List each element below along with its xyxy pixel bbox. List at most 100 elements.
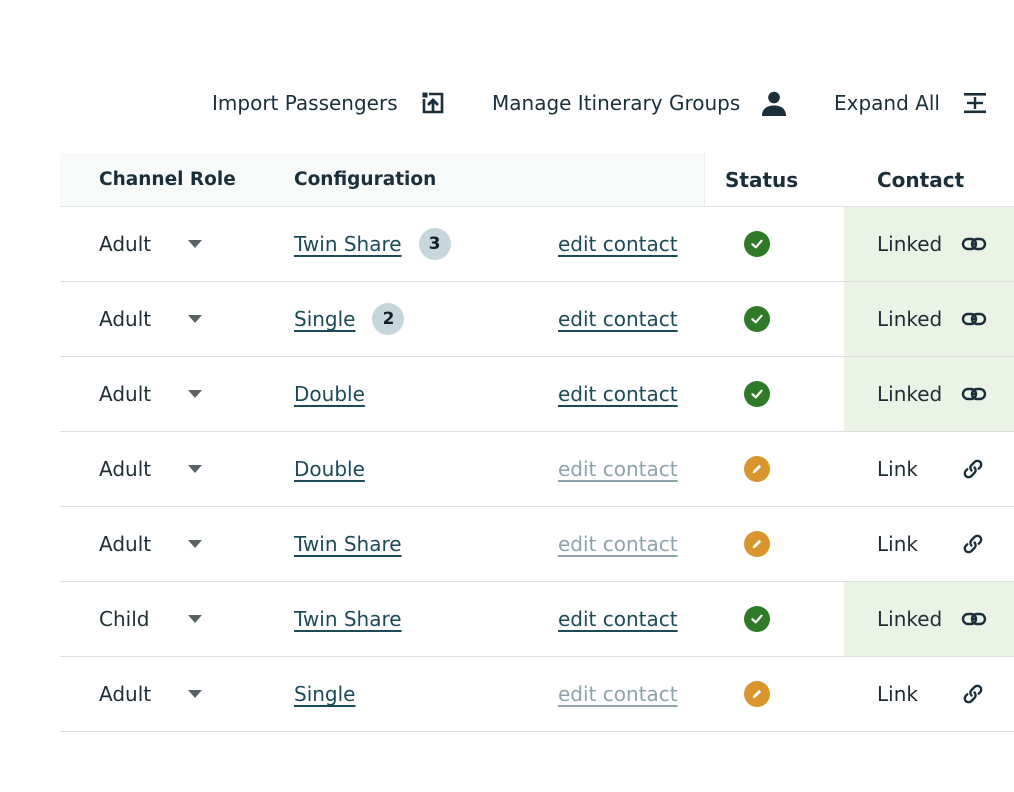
expand-all-icon [962, 90, 988, 116]
table-row: Adult Twin Share 3 edit contact Linked [60, 207, 1014, 282]
contact-linked-cell[interactable]: Linked [844, 357, 1014, 431]
channel-role-value: Adult [99, 682, 152, 706]
passengers-table: Channel Role Configuration Status Contac… [60, 153, 1014, 732]
channel-role-value: Adult [99, 532, 152, 556]
status-cell [743, 657, 771, 731]
configuration-cell: Single [294, 657, 355, 731]
contact-linked-cell[interactable]: Linked [844, 207, 1014, 281]
edit-contact-cell: edit contact [558, 657, 678, 731]
import-upload-icon [420, 90, 446, 116]
contact-link-button[interactable]: Link [844, 507, 1014, 581]
person-icon [760, 89, 788, 117]
linked-chain-icon [961, 385, 987, 403]
count-badge: 3 [418, 228, 451, 260]
caret-down-icon [188, 315, 202, 323]
edit-contact-cell: edit contact [558, 357, 678, 431]
configuration-link[interactable]: Double [294, 382, 365, 406]
configuration-link[interactable]: Twin Share [294, 607, 402, 631]
link-chain-icon [961, 682, 985, 706]
channel-role-value: Adult [99, 457, 152, 481]
expand-all-button[interactable]: Expand All [834, 84, 988, 122]
link-chain-icon [961, 532, 985, 556]
caret-down-icon [188, 465, 202, 473]
channel-role-dropdown[interactable] [187, 582, 203, 656]
configuration-cell: Twin Share 3 [294, 207, 451, 281]
configuration-cell: Twin Share [294, 507, 402, 581]
table-row: Adult Double edit contact Link [60, 432, 1014, 507]
contact-linked-cell[interactable]: Linked [844, 282, 1014, 356]
manage-itinerary-groups-label: Manage Itinerary Groups [492, 91, 741, 115]
caret-down-icon [188, 390, 202, 398]
contact-status-label: Linked [877, 232, 943, 256]
contact-link-button[interactable]: Link [844, 432, 1014, 506]
configuration-cell: Double [294, 357, 365, 431]
pencil-circle-icon [744, 531, 770, 557]
configuration-link[interactable]: Single [294, 307, 355, 331]
pencil-circle-icon [744, 681, 770, 707]
edit-contact-cell: edit contact [558, 582, 678, 656]
check-circle-icon [744, 306, 770, 332]
configuration-cell: Double [294, 432, 365, 506]
caret-down-icon [188, 690, 202, 698]
configuration-link[interactable]: Twin Share [294, 532, 402, 556]
table-body: Adult Twin Share 3 edit contact Linked A… [60, 207, 1014, 732]
caret-down-icon [188, 240, 202, 248]
pencil-circle-icon [744, 456, 770, 482]
check-circle-icon [744, 606, 770, 632]
edit-contact-cell: edit contact [558, 207, 678, 281]
contact-link-button[interactable]: Link [844, 657, 1014, 731]
table-row: Adult Single edit contact Link [60, 657, 1014, 732]
link-chain-icon [961, 457, 985, 481]
channel-role-dropdown[interactable] [187, 432, 203, 506]
channel-role-dropdown[interactable] [187, 657, 203, 731]
status-cell [743, 432, 771, 506]
contact-status-label: Link [877, 532, 918, 556]
table-row: Child Twin Share edit contact Linked [60, 582, 1014, 657]
header-channel-role: Channel Role [99, 169, 236, 190]
channel-role-dropdown[interactable] [187, 507, 203, 581]
edit-contact-link[interactable]: edit contact [558, 307, 678, 331]
channel-role-dropdown[interactable] [187, 282, 203, 356]
contact-status-label: Linked [877, 307, 943, 331]
edit-contact-link[interactable]: edit contact [558, 457, 678, 481]
configuration-link[interactable]: Double [294, 457, 365, 481]
import-passengers-button[interactable]: Import Passengers [212, 84, 446, 122]
manage-itinerary-groups-button[interactable]: Manage Itinerary Groups [492, 84, 788, 122]
table-row: Adult Double edit contact Linked [60, 357, 1014, 432]
edit-contact-link[interactable]: edit contact [558, 232, 678, 256]
edit-contact-link[interactable]: edit contact [558, 682, 678, 706]
status-cell [743, 582, 771, 656]
count-badge: 2 [372, 303, 405, 335]
caret-down-icon [188, 615, 202, 623]
table-header: Channel Role Configuration Status Contac… [60, 153, 1014, 207]
expand-all-label: Expand All [834, 91, 940, 115]
passenger-manager-page: Import Passengers Manage Itinerary Group… [0, 0, 1014, 792]
contact-status-label: Link [877, 457, 918, 481]
header-configuration: Configuration [294, 169, 437, 190]
status-cell [743, 357, 771, 431]
table-row: Adult Single 2 edit contact Linked [60, 282, 1014, 357]
channel-role-dropdown[interactable] [187, 357, 203, 431]
contact-status-label: Linked [877, 382, 943, 406]
channel-role-value: Adult [99, 232, 152, 256]
configuration-link[interactable]: Single [294, 682, 355, 706]
edit-contact-cell: edit contact [558, 432, 678, 506]
configuration-link[interactable]: Twin Share [294, 232, 402, 256]
edit-contact-link[interactable]: edit contact [558, 532, 678, 556]
table-row: Adult Twin Share edit contact Link [60, 507, 1014, 582]
channel-role-value: Child [99, 607, 150, 631]
check-circle-icon [744, 231, 770, 257]
channel-role-dropdown[interactable] [187, 207, 203, 281]
edit-contact-link[interactable]: edit contact [558, 607, 678, 631]
edit-contact-link[interactable]: edit contact [558, 382, 678, 406]
edit-contact-cell: edit contact [558, 507, 678, 581]
channel-role-value: Adult [99, 307, 152, 331]
contact-status-label: Link [877, 682, 918, 706]
header-status: Status [704, 153, 844, 206]
channel-role-value: Adult [99, 382, 152, 406]
status-cell [743, 282, 771, 356]
edit-contact-cell: edit contact [558, 282, 678, 356]
status-cell [743, 507, 771, 581]
linked-chain-icon [961, 310, 987, 328]
contact-linked-cell[interactable]: Linked [844, 582, 1014, 656]
